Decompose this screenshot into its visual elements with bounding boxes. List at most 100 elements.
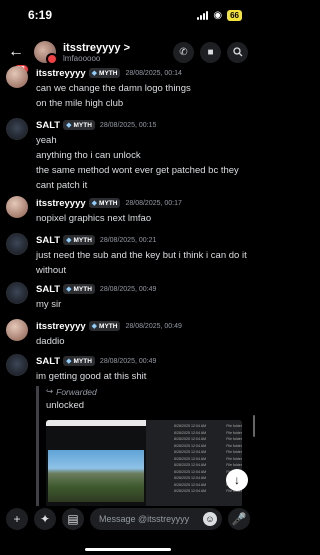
guild-tag: ◆ MYTH [88, 68, 121, 78]
guild-tag-label: MYTH [99, 322, 118, 330]
message-timestamp: 28/08/2025, 00:49 [99, 285, 157, 293]
message-author[interactable]: itsstreyyyy [36, 198, 86, 209]
message-text: my sir [36, 299, 62, 310]
guild-tag: ◆ MYTH [88, 198, 121, 208]
message-input[interactable]: Message @itsstreyyyy ☺ [90, 508, 222, 530]
avatar[interactable] [6, 196, 28, 218]
voice-call-button[interactable]: ✆ [173, 41, 194, 63]
jump-to-latest-button[interactable]: ↓ [226, 469, 248, 491]
message-item[interactable]: itsstreyyyy ◆ MYTH 28/08/2025, 00:49 dadd… [6, 319, 248, 348]
file-date: 8/28/2025 12:04 AM [174, 489, 207, 493]
gem-icon: ◆ [66, 237, 72, 244]
message-timestamp: 28/08/2025, 00:49 [99, 357, 157, 365]
forwarded-message[interactable]: ↪ Forwarded unlocked 8/28/2025 12:04 AM Fi… [36, 386, 248, 506]
chevron-right-icon: > [123, 41, 130, 54]
message-input-placeholder: Message @itsstreyyyy [99, 514, 190, 524]
video-call-button[interactable]: ■ [200, 41, 221, 63]
arrow-down-icon: ↓ [234, 473, 240, 487]
guild-tag: ◆ MYTH [63, 284, 95, 294]
status-bar: 6:19 ◉ 66 [0, 0, 256, 30]
gift-icon: ▤ [67, 512, 79, 526]
avatar[interactable] [6, 319, 28, 341]
back-button[interactable]: ← 23 [8, 43, 28, 74]
game-screenshot [48, 450, 144, 502]
phone-icon: ✆ [179, 46, 188, 58]
message-list[interactable]: itsstreyyyy ◆ MYTH 28/08/2025, 00:14 can … [0, 64, 256, 506]
forward-arrow-icon: ↪ [46, 386, 54, 396]
message-text: just need the sub and the key but i thin… [36, 250, 247, 261]
guild-tag: ◆ MYTH [63, 356, 95, 366]
message-author[interactable]: SALT [36, 284, 60, 295]
signal-icon [197, 10, 209, 20]
message-text: unlocked [46, 400, 85, 411]
gem-icon: ◆ [91, 70, 98, 77]
message-text: on the mile high club [36, 98, 124, 109]
message-author[interactable]: SALT [36, 120, 60, 131]
message-item[interactable]: SALT ◆ MYTH 28/08/2025, 00:15 yeah anythi… [6, 118, 248, 192]
page-title: itsstreyyyy [63, 41, 121, 54]
apps-button[interactable]: ✦ [34, 508, 56, 530]
scrollbar[interactable] [253, 415, 255, 437]
avatar[interactable] [6, 282, 28, 304]
message-item[interactable]: itsstreyyyy ◆ MYTH 28/08/2025, 00:17 nopi… [6, 196, 248, 225]
message-author[interactable]: SALT [36, 235, 60, 246]
add-attachment-button[interactable]: + [6, 508, 28, 530]
message-item[interactable]: SALT ◆ MYTH 28/08/2025, 00:21 just need t… [6, 233, 248, 277]
message-item[interactable]: SALT ◆ MYTH 28/08/2025, 00:49 my sir [6, 282, 248, 311]
message-text: can we change the damn logo things [36, 83, 191, 94]
message-text: the same method wont ever get patched bc… [36, 165, 239, 176]
avatar[interactable] [34, 41, 58, 65]
guild-tag: ◆ MYTH [63, 120, 95, 130]
message-text: nopixel graphics next lmfao [36, 213, 152, 224]
gem-icon: ◆ [66, 286, 72, 293]
home-indicator [85, 548, 171, 551]
gem-icon: ◆ [66, 122, 72, 129]
message-text: yeah [36, 135, 57, 146]
avatar[interactable] [6, 354, 28, 376]
custom-status: lmfaooooo [63, 53, 101, 63]
message-timestamp: 28/08/2025, 00:15 [99, 121, 157, 129]
message-timestamp: 28/08/2025, 00:14 [125, 69, 182, 77]
message-author[interactable]: SALT [36, 356, 60, 367]
guild-tag-label: MYTH [73, 285, 92, 293]
message-text: anything tho i can unlock [36, 150, 141, 161]
sparkle-icon: ✦ [39, 512, 51, 526]
message-item[interactable]: SALT ◆ MYTH 28/08/2025, 00:49 im getting … [6, 354, 248, 506]
search-icon [232, 47, 242, 57]
message-timestamp: 28/08/2025, 00:49 [125, 322, 182, 330]
video-camera-icon: ■ [207, 46, 214, 58]
composer: + ✦ ▤ Message @itsstreyyyy ☺ 🎤 [0, 506, 256, 532]
message-item[interactable]: itsstreyyyy ◆ MYTH 28/08/2025, 00:14 can … [6, 66, 248, 110]
gift-button[interactable]: ▤ [62, 508, 84, 530]
guild-tag-label: MYTH [73, 357, 92, 365]
arrow-left-icon: ← [8, 43, 24, 60]
gem-icon: ◆ [91, 200, 98, 207]
avatar[interactable] [6, 118, 28, 140]
avatar[interactable] [6, 233, 28, 255]
search-button[interactable] [227, 41, 248, 63]
message-author[interactable]: itsstreyyyy [36, 321, 86, 332]
guild-tag: ◆ MYTH [88, 321, 121, 331]
wifi-icon: ◉ [213, 9, 223, 21]
message-timestamp: 28/08/2025, 00:21 [99, 236, 157, 244]
emoji-icon[interactable]: ☺ [203, 512, 217, 526]
guild-tag: ◆ MYTH [63, 235, 95, 245]
message-text: cant patch it [36, 180, 88, 191]
dm-title-block[interactable]: itsstreyyyy > lmfaooooo [63, 42, 173, 63]
image-attachment[interactable]: 8/28/2025 12:04 AM File folder 8/28/2025 1… [46, 420, 242, 506]
gem-icon: ◆ [91, 323, 98, 330]
voice-message-button[interactable]: 🎤 [228, 508, 250, 530]
guild-tag-label: MYTH [73, 236, 92, 244]
avatar[interactable] [6, 66, 28, 88]
guild-tag-label: MYTH [99, 69, 118, 77]
file-explorer-list: 8/28/2025 12:04 AM File folder 8/28/2025 1… [146, 420, 242, 506]
message-author[interactable]: itsstreyyyy [36, 68, 86, 79]
status-icons: ◉ 66 [197, 9, 242, 21]
message-text: daddio [36, 336, 65, 347]
message-timestamp: 28/08/2025, 00:17 [125, 199, 182, 207]
status-time: 6:19 [28, 8, 53, 22]
message-text: without [36, 265, 67, 276]
guild-tag-label: MYTH [99, 199, 118, 207]
microphone-icon: 🎤 [231, 512, 247, 526]
gem-icon: ◆ [66, 358, 72, 365]
